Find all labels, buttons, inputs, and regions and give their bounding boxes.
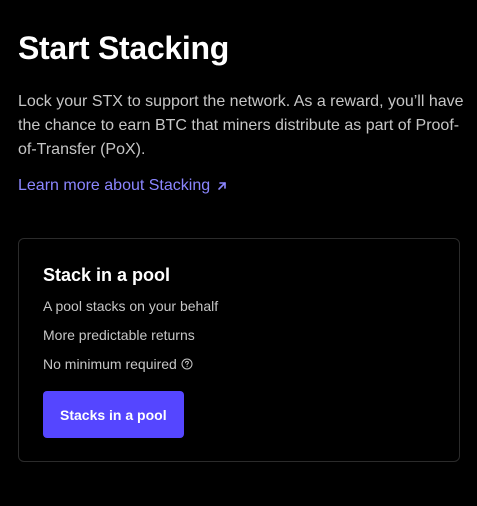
stack-in-pool-button[interactable]: Stacks in a pool: [43, 391, 184, 438]
intro-paragraph: Lock your STX to support the network. As…: [18, 90, 477, 162]
intro-line: Lock your STX to support the network. As…: [18, 93, 464, 110]
feature-label: No minimum required: [43, 356, 177, 372]
card-title: Stack in a pool: [43, 265, 171, 285]
feature-label: A pool stacks on your behalf: [43, 298, 219, 314]
start-stacking-page: Start Stacking Lock your STX to support …: [0, 0, 477, 506]
page-title: Start Stacking: [18, 30, 229, 66]
stack-in-pool-card: Stack in a pool A pool stacks on your be…: [18, 238, 460, 462]
intro-line: the chance to earn BTC that miners distr…: [18, 117, 460, 134]
feature-item-predictable-returns: More predictable returns: [43, 327, 195, 343]
intro-line: of-Transfer (PoX).: [18, 141, 146, 158]
feature-item-no-minimum: No minimum required: [43, 356, 193, 372]
arrow-up-right-icon: [216, 180, 228, 192]
feature-item-pool-behalf: A pool stacks on your behalf: [43, 298, 218, 314]
info-circle-icon[interactable]: [181, 358, 193, 370]
feature-label: More predictable returns: [43, 327, 195, 343]
learn-more-label: Learn more about Stacking: [18, 177, 211, 194]
learn-more-link[interactable]: Learn more about Stacking: [18, 175, 228, 197]
